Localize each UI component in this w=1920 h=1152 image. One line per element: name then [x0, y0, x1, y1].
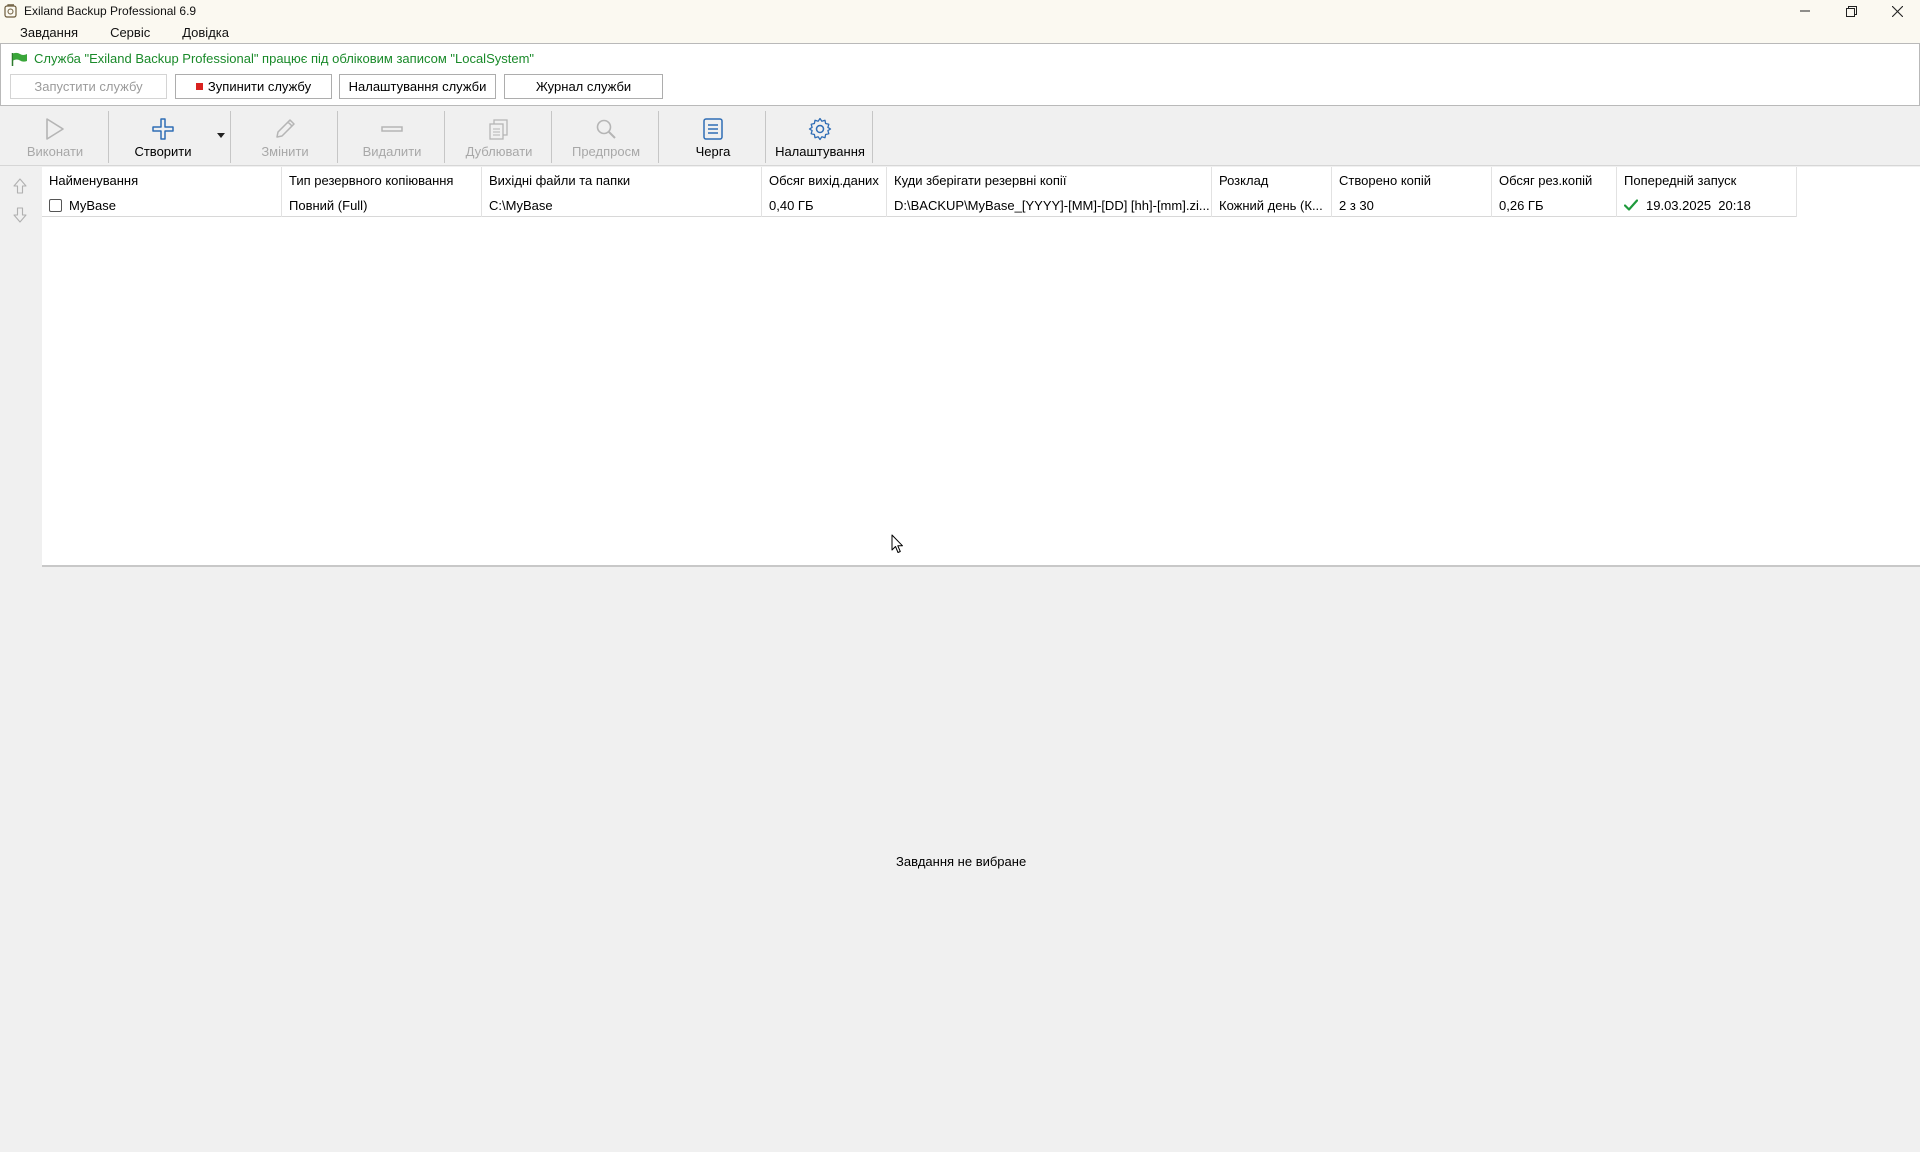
list-icon — [702, 115, 724, 143]
toolbar-separator — [230, 111, 231, 163]
move-down-arrow-icon[interactable] — [12, 207, 28, 223]
preview-label: Предпросм — [571, 144, 641, 159]
task-table: Найменування Тип резервного копіювання В… — [42, 167, 1920, 567]
cell-destination: D:\BACKUP\MyBase_[YYYY]-[MM]-[DD] [hh]-[… — [887, 193, 1212, 217]
cell-last-run: 19.03.2025 20:18 — [1617, 193, 1797, 217]
minimize-icon — [1800, 10, 1810, 12]
delete-label: Видалити — [362, 144, 422, 159]
menu-bar: Завдання Сервіс Довідка — [0, 22, 1920, 43]
menu-tasks[interactable]: Завдання — [20, 25, 78, 40]
green-flag-icon — [11, 52, 28, 66]
column-header-name[interactable]: Найменування — [42, 167, 282, 193]
restore-button[interactable] — [1828, 0, 1874, 22]
delete-button[interactable]: Видалити — [341, 110, 443, 164]
window-controls — [1782, 0, 1920, 22]
toolbar-separator — [765, 111, 766, 163]
pencil-icon — [273, 115, 297, 143]
cell-type: Повний (Full) — [282, 193, 482, 217]
window-title: Exiland Backup Professional 6.9 — [24, 4, 197, 18]
minimize-button[interactable] — [1782, 0, 1828, 22]
stop-icon — [195, 83, 203, 90]
last-run-value: 19.03.2025 20:18 — [1646, 197, 1751, 213]
magnifier-icon — [594, 115, 618, 143]
plus-icon — [151, 115, 175, 143]
title-bar: Exiland Backup Professional 6.9 — [0, 0, 1920, 22]
column-header-last-run[interactable]: Попередній запуск — [1617, 167, 1797, 193]
toolbar-separator — [872, 111, 873, 163]
queue-button[interactable]: Черга — [662, 110, 764, 164]
service-status: Служба "Exiland Backup Professional" пра… — [11, 51, 534, 66]
settings-label: Налаштування — [775, 144, 865, 159]
play-icon — [44, 115, 66, 143]
settings-button[interactable]: Налаштування — [769, 110, 871, 164]
toolbar-separator — [337, 111, 338, 163]
service-panel: Служба "Exiland Backup Professional" пра… — [0, 43, 1920, 106]
column-header-source[interactable]: Вихідні файли та папки — [482, 167, 762, 193]
table-header: Найменування Тип резервного копіювання В… — [42, 167, 1797, 193]
start-service-button[interactable]: Запустити службу — [10, 74, 167, 99]
edit-button[interactable]: Змінити — [234, 110, 336, 164]
task-checkbox[interactable] — [49, 198, 62, 212]
close-icon — [1891, 5, 1903, 17]
cell-source-size: 0,40 ГБ — [762, 193, 887, 217]
column-header-copies[interactable]: Створено копій — [1332, 167, 1492, 193]
service-log-button[interactable]: Журнал служби — [504, 74, 663, 99]
run-button[interactable]: Виконати — [4, 110, 106, 164]
cell-backup-size: 0,26 ГБ — [1492, 193, 1617, 217]
menu-service[interactable]: Сервіс — [110, 25, 150, 40]
service-status-text: Служба "Exiland Backup Professional" пра… — [34, 51, 535, 66]
column-header-backup-size[interactable]: Обсяг рез.копій — [1492, 167, 1617, 193]
minus-icon — [380, 115, 404, 143]
copy-icon — [487, 115, 511, 143]
create-button[interactable]: Створити — [112, 110, 214, 164]
preview-button[interactable]: Предпросм — [555, 110, 657, 164]
edit-label: Змінити — [261, 144, 309, 159]
cell-source: C:\MyBase — [482, 193, 762, 217]
toolbar-separator — [551, 111, 552, 163]
cell-name: MyBase — [42, 193, 282, 217]
create-dropdown-arrow-icon[interactable] — [216, 130, 226, 140]
task-details-panel: Завдання не вибране — [0, 569, 1920, 1152]
duplicate-button[interactable]: Дублювати — [448, 110, 550, 164]
restore-icon — [1845, 5, 1857, 17]
run-label: Виконати — [26, 144, 84, 159]
service-settings-button[interactable]: Налаштування служби — [339, 74, 496, 99]
cell-schedule: Кожний день (К... — [1212, 193, 1332, 217]
duplicate-label: Дублювати — [465, 144, 533, 159]
no-task-selected-message: Завдання не вибране — [896, 854, 1027, 869]
reorder-panel — [0, 167, 42, 571]
table-row[interactable]: MyBase Повний (Full) C:\MyBase 0,40 ГБ D… — [42, 193, 1797, 217]
toolbar-separator — [108, 111, 109, 163]
toolbar-separator — [658, 111, 659, 163]
toolbar-separator — [444, 111, 445, 163]
task-name: MyBase — [69, 197, 116, 213]
success-check-icon — [1624, 199, 1638, 211]
gear-icon — [808, 115, 832, 143]
stop-service-label: Зупинити службу — [207, 79, 312, 94]
app-icon — [3, 3, 19, 19]
column-header-source-size[interactable]: Обсяг вихід.даних — [762, 167, 887, 193]
column-header-schedule[interactable]: Розклад — [1212, 167, 1332, 193]
toolbar: Виконати Створити Змінити Видалити Дублю… — [0, 108, 1920, 166]
column-header-type[interactable]: Тип резервного копіювання — [282, 167, 482, 193]
stop-service-button[interactable]: Зупинити службу — [175, 74, 332, 99]
cell-copies: 2 з 30 — [1332, 193, 1492, 217]
queue-label: Черга — [695, 144, 731, 159]
move-up-arrow-icon[interactable] — [12, 178, 28, 194]
mouse-cursor-icon — [891, 534, 904, 557]
column-header-destination[interactable]: Куди зберігати резервні копії — [887, 167, 1212, 193]
close-button[interactable] — [1874, 0, 1920, 22]
create-label: Створити — [134, 144, 192, 159]
menu-help[interactable]: Довідка — [182, 25, 229, 40]
